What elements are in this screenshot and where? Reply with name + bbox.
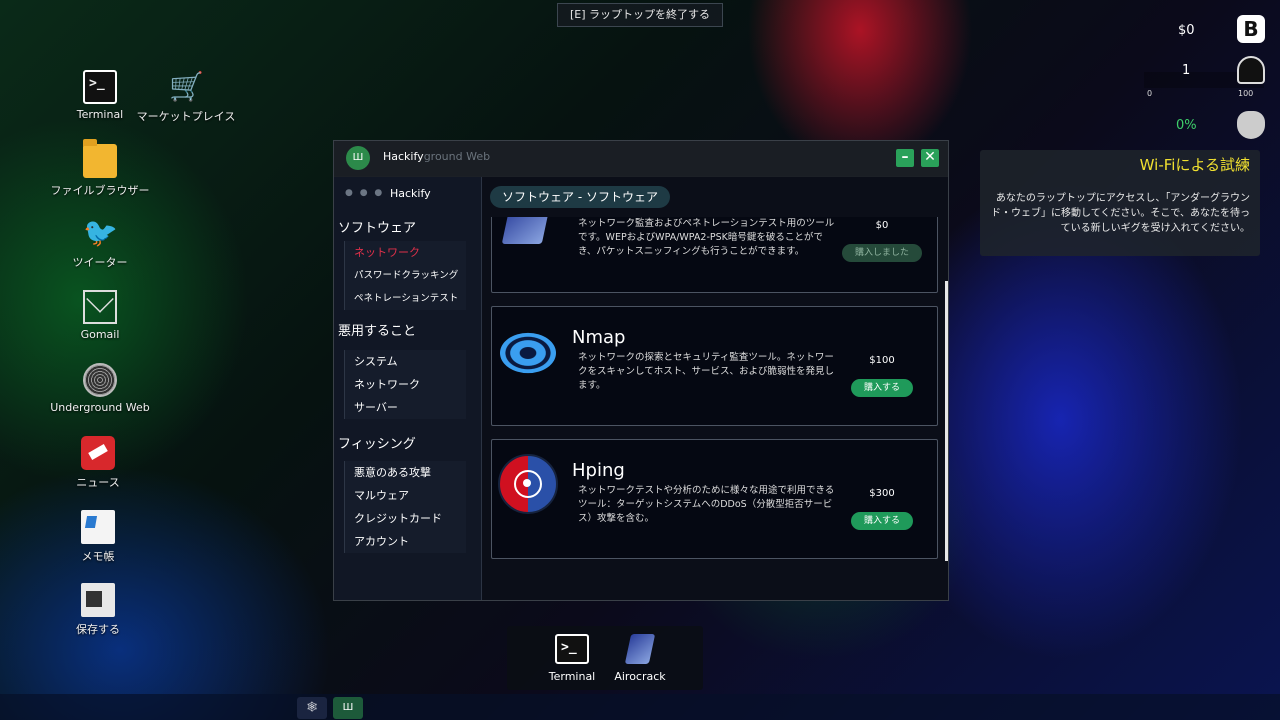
sidebar-item-password-cracking[interactable]: パスワードクラッキング [344,264,466,287]
product-name: Nmap [572,327,626,348]
category-phishing[interactable]: フィッシング [334,433,481,457]
desktop-icon-label: Gomail [80,328,120,341]
dock-item-airocrack[interactable]: Airocrack [610,634,670,683]
window-title-ghost: ground Web [423,150,491,163]
money-value: $0 [1178,23,1195,38]
taskbar-hackify-icon[interactable]: Ш [333,697,363,719]
mission-title: Wi-Fiによる試練 [1139,156,1250,174]
minimize-button[interactable]: – [896,149,914,167]
desktop-icon-label: Underground Web [50,401,150,414]
product-description: ネットワークテストや分析のために様々な用途で利用できるツール：ターゲットシステム… [578,485,835,524]
buy-button[interactable]: 購入する [851,512,913,530]
sidebar-item-account[interactable]: アカウント [344,530,466,553]
sidebar-item-penetration-test[interactable]: ペネトレーションテスト [344,287,466,310]
desktop-icon-label: Terminal [76,108,124,121]
level-max-label: 100 [1238,89,1254,98]
product-price: $0 [875,220,889,231]
sidebar-item-system[interactable]: システム [344,350,466,373]
desktop-icon-label: ニュース [76,476,120,489]
desktop-icon-notepad[interactable]: メモ帳 [48,510,148,564]
category-exploit[interactable]: 悪用すること [334,320,481,344]
category-software[interactable]: ソフトウェア [334,217,481,241]
level-min-label: 0 [1147,89,1153,98]
desktop-icon-gomail[interactable]: Gomail [50,290,150,341]
taskbar [0,694,1280,720]
product-card-nmap: Nmap ネットワークの探索とセキュリティ監査ツール。ネットワークをスキャンして… [491,306,938,426]
desktop-icon-twitter[interactable]: 🐦 ツイーター [50,216,150,270]
target-icon [498,454,558,514]
desktop-icon-underground-web[interactable]: Underground Web [50,363,150,414]
taskbar-underground-web-icon[interactable]: 🕸 [297,697,327,719]
sidebar-item-credit-card[interactable]: クレジットカード [344,507,466,530]
dock-item-terminal[interactable]: Terminal [542,634,602,683]
desktop-icon-marketplace[interactable]: 🛒 マーケットプレイス [136,70,236,124]
scrollbar[interactable] [945,281,948,561]
window-titlebar[interactable]: Ш Hackifyground Web – ✕ [334,141,948,176]
desktop-icon-file-browser[interactable]: ファイルブラウザー [50,139,150,198]
spider-web-icon [83,363,117,397]
anonymous-mask-icon [1237,111,1265,139]
mission-description: あなたのラップトップにアクセスし、「アンダーグラウンド・ウェブ」に移動してくださ… [991,193,1250,234]
desktop-icon-label: メモ帳 [81,550,115,563]
aircrack-icon [624,634,656,664]
trace-value: 0% [1176,118,1197,133]
window-title-text: Hackify [383,150,424,163]
dock-item-label: Terminal [548,670,596,683]
sidebar-item-server[interactable]: サーバー [344,396,466,419]
bank-b-icon: B [1237,15,1265,43]
terminal-icon [83,70,117,104]
desktop-icon-save[interactable]: 保存する [48,583,148,637]
product-description: ネットワークの探索とセキュリティ監査ツール。ネットワークをスキャンしてホスト、サ… [578,352,835,391]
desktop-icon-terminal[interactable]: Terminal [50,70,150,121]
mail-icon [83,290,117,324]
sidebar-header: ● ● ● Hackify [334,177,481,211]
desktop-icon-news[interactable]: ニュース [48,436,148,490]
level-value: 1 [1182,63,1191,78]
dots-icon: ● ● ● [345,188,385,198]
folder-icon [83,139,117,178]
sidebar-item-exploit-network[interactable]: ネットワーク [344,373,466,396]
bird-icon: 🐦 [83,216,118,249]
product-price: $100 [869,355,895,366]
buy-button[interactable]: 購入する [851,379,913,397]
desktop-icon-label: 保存する [76,623,120,636]
product-name: Hping [572,460,625,481]
mission-panel: Wi-Fiによる試練 あなたのラップトップにアクセスし、「アンダーグラウンド・ウ… [980,150,1260,256]
product-description: ネットワーク監査およびペネトレーションテスト用のツールです。WEPおよびWPA/… [578,218,835,257]
sidebar-app-name: Hackify [390,187,431,200]
shopping-cart-icon: 🛒 [169,70,204,103]
news-icon [81,436,115,470]
hackify-window: Ш Hackifyground Web – ✕ ● ● ● Hackify ソフ… [333,140,949,601]
hackify-logo-icon: Ш [346,146,370,170]
product-list[interactable]: ネットワーク監査およびペネトレーションテスト用のツールです。WEPおよびWPA/… [482,177,948,600]
sidebar-item-network[interactable]: ネットワーク [344,241,466,264]
notepad-icon [81,510,115,544]
content-header: ソフトウェア - ソフトウェア [490,186,670,208]
terminal-icon [555,634,589,664]
purchased-button[interactable]: 購入しました [842,244,922,262]
dock-item-label: Airocrack [614,670,666,683]
app-dock: Terminal Airocrack [507,626,703,690]
window-body: ● ● ● Hackify ソフトウェア ネットワーク パスワードクラッキング … [334,177,948,600]
close-button[interactable]: ✕ [921,149,939,167]
category-sidebar: ● ● ● Hackify ソフトウェア ネットワーク パスワードクラッキング … [334,177,482,600]
product-card-hping: Hping ネットワークテストや分析のために様々な用途で利用できるツール：ターゲ… [491,439,938,559]
sidebar-item-malware[interactable]: マルウェア [344,484,466,507]
eye-icon [500,332,556,374]
exit-laptop-hint: [E] ラップトップを終了する [557,3,723,27]
product-price: $300 [869,488,895,499]
desktop-icon-label: マーケットプレイス [136,110,236,123]
sidebar-item-malicious-attack[interactable]: 悪意のある攻撃 [344,461,466,484]
window-title: Hackifyground Web [383,150,490,163]
hacker-hood-icon [1237,56,1265,84]
desktop-icon-label: ファイルブラウザー [50,184,150,197]
desktop-icon-label: ツイーター [72,256,128,269]
save-icon [81,583,115,617]
